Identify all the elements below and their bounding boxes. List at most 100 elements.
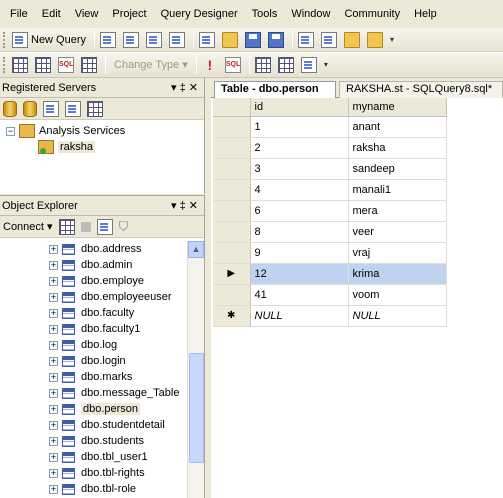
menu-tools[interactable]: Tools (245, 8, 285, 20)
object-tree-item[interactable]: + dbo.tbl-role (0, 481, 187, 497)
cell-id[interactable]: 3 (250, 158, 349, 180)
cell-id[interactable]: 8 (250, 221, 349, 243)
execute-sql-button[interactable]: ! (200, 55, 220, 75)
table-row[interactable]: 8 veer (213, 221, 447, 243)
row-selector[interactable] (213, 179, 251, 201)
object-tree-item[interactable]: + dbo.login (0, 353, 187, 369)
expand-icon[interactable]: + (49, 420, 58, 430)
filter-icon[interactable]: ⛉ (119, 219, 135, 235)
row-header-corner[interactable] (213, 98, 251, 117)
open-file-button[interactable] (220, 30, 240, 50)
object-tree-item[interactable]: + dbo.message_Table (0, 385, 187, 401)
analysis-services-icon[interactable] (23, 100, 37, 117)
xmla-query-button[interactable] (167, 30, 187, 50)
object-tree-item[interactable]: + dbo.log (0, 337, 187, 353)
expand-icon[interactable]: + (49, 484, 58, 494)
menu-edit[interactable]: Edit (35, 8, 68, 20)
disconnect-icon[interactable] (58, 218, 75, 235)
toolbar-grip[interactable] (3, 31, 6, 48)
new-query-button[interactable]: New Query (10, 30, 88, 50)
row-selector[interactable]: ▶ (213, 263, 251, 285)
row-selector[interactable] (213, 116, 251, 138)
expand-icon[interactable]: + (49, 276, 58, 286)
object-tree-item[interactable]: + dbo.tbl-rights (0, 465, 187, 481)
tab-sql-query[interactable]: RAKSHA.st - SQLQuery8.sql* (339, 81, 503, 98)
cell-id[interactable]: 12 (250, 263, 349, 285)
verify-sql-button[interactable]: SQL (223, 55, 243, 75)
expand-icon[interactable]: + (49, 308, 58, 318)
toolbar-grip[interactable] (3, 56, 6, 73)
change-type-button[interactable]: Change Type ▾ (109, 55, 190, 75)
expand-icon[interactable]: + (49, 356, 58, 366)
expand-icon[interactable]: + (49, 292, 58, 302)
save-all-button[interactable] (266, 30, 286, 50)
database-engine-icon[interactable] (3, 100, 17, 117)
cell-myname[interactable]: anant (348, 116, 447, 138)
menu-community[interactable]: Community (337, 8, 407, 20)
cell-myname[interactable]: vraj (348, 242, 447, 264)
object-tree-item[interactable]: + dbo.faculty1 (0, 321, 187, 337)
expand-icon[interactable]: + (49, 388, 58, 398)
cell-myname[interactable]: veer (348, 221, 447, 243)
object-tree-item[interactable]: + dbo.studentdetail (0, 417, 187, 433)
null-cell[interactable]: NULL (348, 305, 447, 327)
new-item-button[interactable] (197, 30, 217, 50)
cell-id[interactable]: 6 (250, 200, 349, 222)
cell-id[interactable]: 9 (250, 242, 349, 264)
tree-node-raksha[interactable]: raksha (6, 139, 204, 155)
expand-icon[interactable]: + (49, 452, 58, 462)
show-sql-pane-button[interactable]: SQL (56, 55, 76, 75)
object-explorer-button[interactable] (319, 30, 339, 50)
row-selector[interactable] (213, 242, 251, 264)
menu-query-designer[interactable]: Query Designer (154, 8, 245, 20)
pane-controls[interactable]: ▾ ‡ ✕ (171, 199, 204, 212)
new-file-button[interactable] (98, 30, 118, 50)
column-header-id[interactable]: id (250, 98, 349, 117)
add-derived-table-button[interactable] (299, 55, 319, 75)
registered-servers-button[interactable] (296, 30, 316, 50)
expand-icon[interactable]: + (49, 244, 58, 254)
object-tree-item[interactable]: + dbo.tbl_user1 (0, 449, 187, 465)
row-selector[interactable] (213, 158, 251, 180)
table-row[interactable]: 2 raksha (213, 137, 447, 159)
cell-myname[interactable]: manali1 (348, 179, 447, 201)
expand-icon[interactable]: + (49, 324, 58, 334)
table-row[interactable]: 1 anant (213, 116, 447, 138)
table-row[interactable]: 4 manali1 (213, 179, 447, 201)
expand-icon[interactable]: + (49, 372, 58, 382)
object-tree-item[interactable]: + dbo.employe (0, 273, 187, 289)
cell-id[interactable]: 2 (250, 137, 349, 159)
cell-myname[interactable]: sandeep (348, 158, 447, 180)
template-explorer-button[interactable] (342, 30, 362, 50)
null-cell[interactable]: NULL (250, 305, 349, 327)
table-row[interactable]: ▶ 12 krima (213, 263, 447, 285)
object-tree-item[interactable]: + dbo.students (0, 433, 187, 449)
menu-file[interactable]: File (3, 8, 35, 20)
show-criteria-pane-button[interactable] (33, 55, 53, 75)
add-table-button[interactable] (276, 55, 296, 75)
expand-icon[interactable]: + (49, 436, 58, 446)
menu-project[interactable]: Project (105, 8, 153, 20)
reporting-services-icon[interactable] (43, 100, 59, 117)
group-by-button[interactable] (253, 55, 273, 75)
show-results-pane-button[interactable] (79, 55, 99, 75)
collapse-icon[interactable]: − (6, 126, 15, 136)
row-selector[interactable] (213, 221, 251, 243)
tree-node-analysis-services[interactable]: − Analysis Services (6, 123, 204, 139)
row-selector[interactable] (213, 284, 251, 306)
dmx-query-button[interactable] (144, 30, 164, 50)
toolbar-overflow-icon[interactable]: ▾ (324, 60, 328, 69)
object-tree-item[interactable]: + dbo.admin (0, 257, 187, 273)
save-button[interactable] (243, 30, 263, 50)
cell-id[interactable]: 1 (250, 116, 349, 138)
object-tree-item[interactable]: + dbo.employeeuser (0, 289, 187, 305)
cell-id[interactable]: 4 (250, 179, 349, 201)
integration-services-icon[interactable] (87, 100, 103, 117)
properties-button[interactable] (365, 30, 385, 50)
menu-window[interactable]: Window (284, 8, 337, 20)
expand-icon[interactable]: + (49, 340, 58, 350)
new-row-marker[interactable]: ✱ (213, 305, 251, 327)
mobile-icon[interactable] (65, 100, 81, 117)
expand-icon[interactable]: + (49, 468, 58, 478)
row-selector[interactable] (213, 137, 251, 159)
